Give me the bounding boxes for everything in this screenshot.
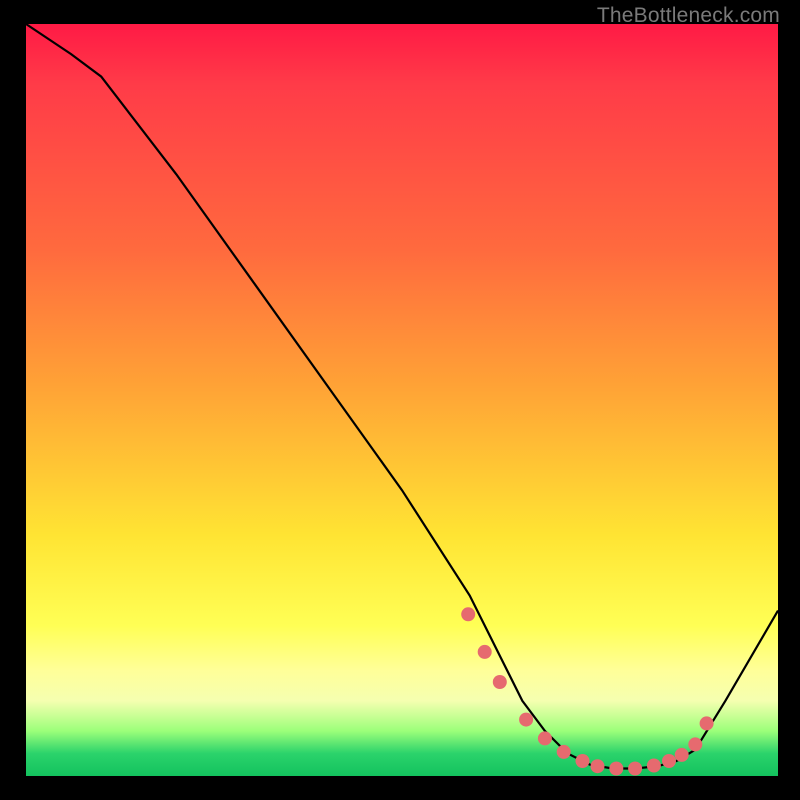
- marker-dot: [519, 713, 533, 727]
- marker-dot: [662, 754, 676, 768]
- marker-dot: [478, 645, 492, 659]
- marker-dot: [557, 745, 571, 759]
- chart-frame: TheBottleneck.com: [0, 0, 800, 800]
- chart-svg: [26, 24, 778, 776]
- marker-dot: [576, 754, 590, 768]
- marker-dot: [688, 737, 702, 751]
- marker-dot: [591, 759, 605, 773]
- plot-area: [26, 24, 778, 776]
- bottleneck-curve-line: [26, 24, 778, 769]
- marker-dot: [675, 748, 689, 762]
- marker-dot: [538, 731, 552, 745]
- marker-group: [461, 607, 713, 775]
- marker-dot: [628, 762, 642, 776]
- marker-dot: [609, 762, 623, 776]
- marker-dot: [700, 716, 714, 730]
- marker-dot: [461, 607, 475, 621]
- marker-dot: [647, 759, 661, 773]
- marker-dot: [493, 675, 507, 689]
